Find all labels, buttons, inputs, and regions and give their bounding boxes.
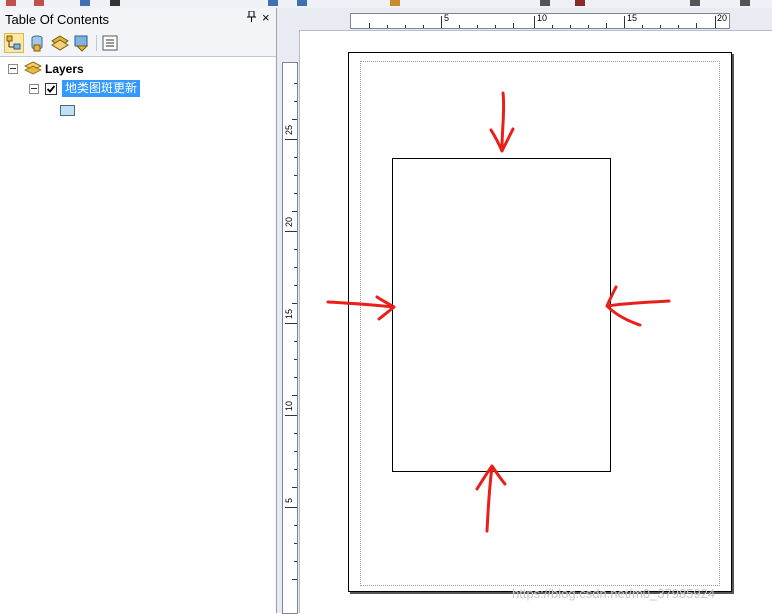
ruler-tick xyxy=(642,25,643,28)
toolbar-separator xyxy=(96,35,97,51)
layout-tool-icon[interactable] xyxy=(575,0,585,6)
ruler-tick xyxy=(294,157,297,158)
pin-icon[interactable] xyxy=(247,10,256,25)
ruler-tick xyxy=(369,23,370,28)
ruler-label-10: 10 xyxy=(537,13,548,23)
table-of-contents-pane: Table Of Contents × Layers 地类图斑更新 xyxy=(0,8,277,613)
layer-visibility-checkbox[interactable] xyxy=(45,83,57,95)
ruler-tick xyxy=(552,25,553,28)
full-extent-icon[interactable] xyxy=(80,0,90,6)
layers-icon xyxy=(23,61,43,82)
ruler-tick xyxy=(459,25,460,28)
ruler-tick xyxy=(285,323,297,324)
horizontal-ruler-bar: 5 10 15 20 xyxy=(277,8,772,31)
select-elements-icon[interactable] xyxy=(268,0,278,6)
ruler-tick xyxy=(441,16,442,28)
ruler-label-5-vertical: 5 xyxy=(284,497,294,503)
collapse-layers-icon[interactable] xyxy=(8,64,18,74)
ruler-tick xyxy=(534,16,535,28)
options-icon[interactable] xyxy=(100,33,120,53)
ruler-tick xyxy=(606,23,607,28)
close-icon[interactable]: × xyxy=(262,10,270,25)
ruler-tick xyxy=(292,487,297,488)
ruler-tick xyxy=(294,193,297,194)
page-layout-icon[interactable] xyxy=(690,0,700,6)
layout-page[interactable] xyxy=(348,52,732,592)
ruler-label-10-vertical: 10 xyxy=(284,400,294,411)
ruler-tick xyxy=(285,507,297,508)
ruler-tick xyxy=(513,23,514,28)
toc-header: Table Of Contents × xyxy=(0,8,276,30)
ruler-tick xyxy=(696,23,697,28)
toc-title: Table Of Contents xyxy=(5,12,110,27)
ruler-tick xyxy=(294,175,297,176)
print-icon[interactable] xyxy=(740,0,750,6)
ruler-tick xyxy=(292,395,297,396)
ruler-tick xyxy=(294,525,297,526)
ruler-tick xyxy=(294,451,297,452)
ruler-label-15: 15 xyxy=(627,13,638,23)
vertical-ruler-bar: 25 20 15 10 5 xyxy=(277,30,300,614)
ruler-label-15-vertical: 15 xyxy=(284,308,294,319)
ruler-tick xyxy=(294,377,297,378)
ruler-tick xyxy=(292,211,297,212)
list-by-drawing-order-icon[interactable] xyxy=(4,33,24,53)
ruler-tick xyxy=(294,359,297,360)
list-by-selection-icon[interactable] xyxy=(72,33,92,53)
ruler-label-25: 25 xyxy=(284,124,294,135)
list-by-visibility-icon[interactable] xyxy=(50,33,70,53)
ruler-label-20-vertical: 20 xyxy=(284,216,294,227)
ruler-tick xyxy=(588,25,589,28)
layer-name-selected[interactable]: 地类图斑更新 xyxy=(62,80,141,97)
toc-toolbar xyxy=(0,30,276,57)
data-frame[interactable] xyxy=(392,158,611,472)
zoom-in-icon[interactable] xyxy=(6,0,16,6)
ruler-tick xyxy=(423,25,424,28)
ruler-tick xyxy=(292,579,297,580)
ruler-tick xyxy=(294,267,297,268)
ruler-tick xyxy=(294,543,297,544)
toc-tree: Layers 地类图斑更新 xyxy=(0,57,275,613)
horizontal-ruler: 5 10 15 20 xyxy=(350,13,730,29)
ruler-tick xyxy=(285,139,297,140)
layout-view[interactable]: 5 10 15 20 25 20 15 10 5 xyxy=(277,8,772,614)
ruler-tick xyxy=(294,433,297,434)
zoom-out-icon[interactable] xyxy=(34,0,44,6)
ruler-tick xyxy=(292,119,297,120)
layers-root-label[interactable]: Layers xyxy=(45,62,84,76)
ruler-tick xyxy=(678,25,679,28)
measure-icon[interactable] xyxy=(390,0,400,6)
identify-icon[interactable] xyxy=(297,0,307,6)
ruler-tick xyxy=(294,101,297,102)
dropdown-icon[interactable] xyxy=(540,0,550,6)
collapse-layer-icon[interactable] xyxy=(29,84,39,94)
ruler-tick xyxy=(387,25,388,28)
ruler-tick xyxy=(660,25,661,28)
ruler-tick xyxy=(570,25,571,28)
vertical-ruler: 25 20 15 10 5 xyxy=(282,62,298,614)
ruler-tick xyxy=(405,25,406,28)
ruler-tick xyxy=(285,231,297,232)
ruler-tick xyxy=(294,83,297,84)
layer-symbol-swatch[interactable] xyxy=(60,105,75,116)
ruler-tick xyxy=(294,341,297,342)
ruler-tick xyxy=(624,16,625,28)
watermark-text: https://blog.csdn.net/m0_37985924 xyxy=(512,586,716,601)
ruler-tick xyxy=(292,303,297,304)
ruler-tick xyxy=(715,16,716,28)
ruler-label-5: 5 xyxy=(444,13,450,23)
ruler-tick xyxy=(294,285,297,286)
ruler-tick xyxy=(477,25,478,28)
ruler-tick xyxy=(294,249,297,250)
ruler-tick xyxy=(294,561,297,562)
list-by-source-icon[interactable] xyxy=(27,33,47,53)
ruler-tick xyxy=(285,415,297,416)
ruler-label-20: 20 xyxy=(717,13,728,23)
fixed-zoom-icon[interactable] xyxy=(110,0,120,6)
ruler-tick xyxy=(495,25,496,28)
ruler-tick xyxy=(294,469,297,470)
